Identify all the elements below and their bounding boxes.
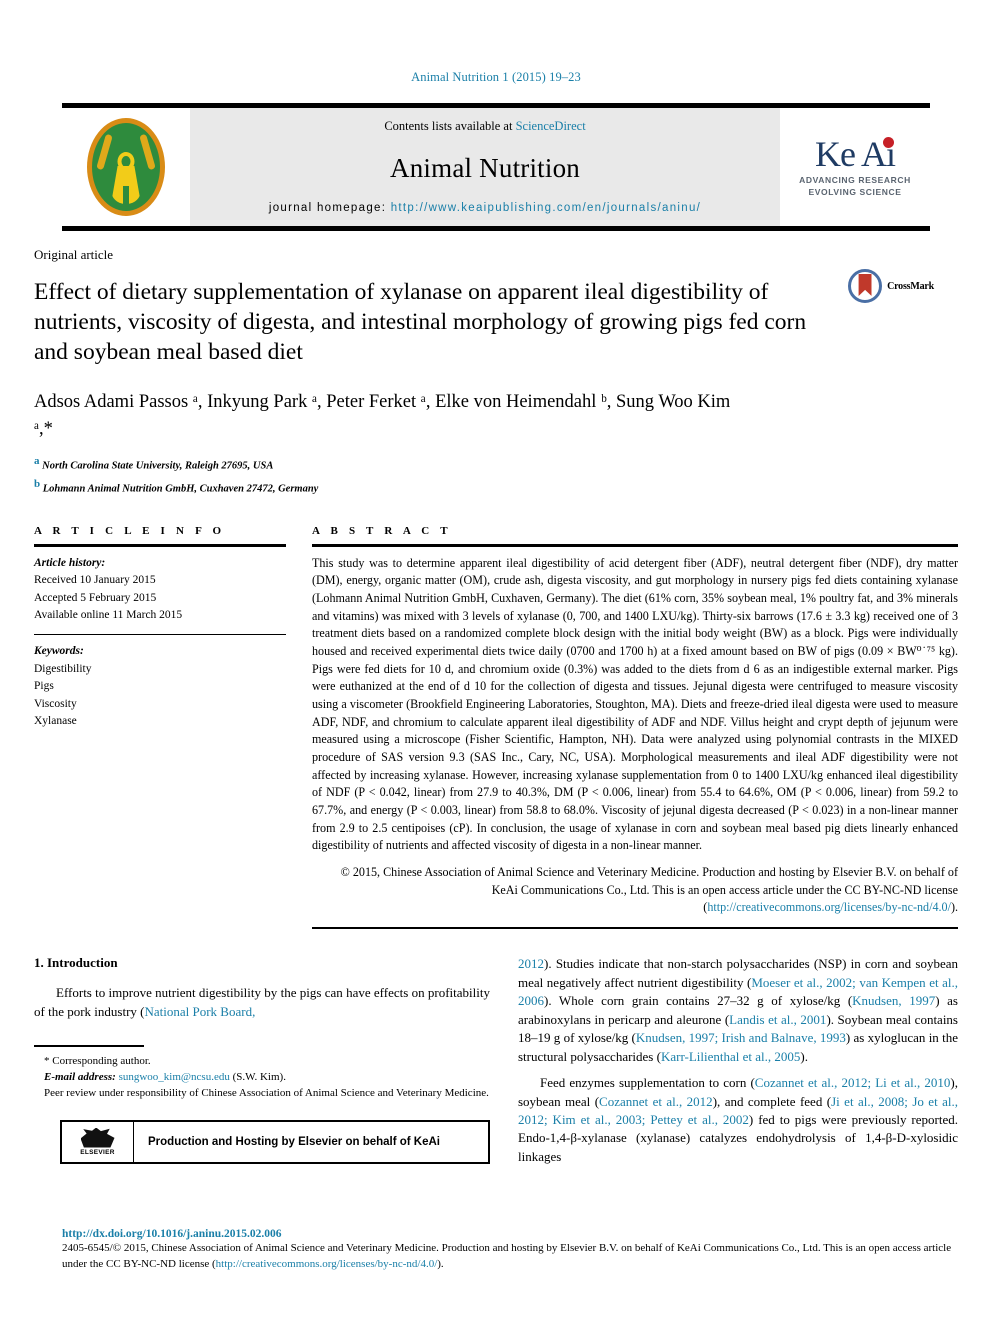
footer-copyright-tail: ). — [437, 1257, 444, 1270]
crossmark-badge[interactable]: CrossMark — [848, 269, 934, 303]
contents-available-line: Contents lists available at ScienceDirec… — [384, 119, 585, 134]
intro-right2-text-c: ), and complete feed ( — [712, 1093, 832, 1109]
peer-review-note: Peer review under responsibility of Chin… — [44, 1086, 489, 1099]
homepage-url-link[interactable]: http://www.keaipublishing.com/en/journal… — [391, 202, 701, 214]
available-online-date: Available online 11 March 2015 — [34, 609, 183, 622]
corresponding-author-note: * Corresponding author. — [44, 1054, 151, 1067]
keyword-item: Xylanase — [34, 715, 77, 728]
citation-cozannet-li[interactable]: Cozannet et al., 2012; Li et al., 2010 — [755, 1075, 951, 1090]
publisher-logo: Ke Ai ADVANCING RESEARCH EVOLVING SCIENC… — [780, 108, 930, 226]
masthead-center: Contents lists available at ScienceDirec… — [190, 108, 780, 226]
affiliation-b: b Lohmann Animal Nutrition GmbH, Cuxhave… — [34, 476, 958, 497]
intro-right-text-b: ). Whole corn grain contains 27–32 g of … — [544, 993, 853, 1009]
article-history-label: Article history: — [34, 556, 106, 569]
keyword-item: Viscosity — [34, 697, 77, 710]
keai-wordmark: Ke Ai — [815, 136, 896, 172]
abstract-rule-top — [312, 544, 958, 547]
keai-tagline-line2: EVOLVING SCIENCE — [808, 186, 902, 197]
elsevier-logo: ELSEVIER — [62, 1121, 134, 1162]
email-link[interactable]: sungwoo_kim@ncsu.edu — [119, 1071, 230, 1083]
citation-karr-lilienthal[interactable]: Karr-Lilienthal et al., 2005 — [661, 1049, 800, 1064]
introduction-heading: 1. Introduction — [34, 955, 118, 971]
corresponding-author-text: Corresponding author. — [52, 1054, 151, 1067]
journal-masthead: Contents lists available at ScienceDirec… — [62, 108, 930, 226]
abstract-copyright-tail: ). — [950, 900, 958, 915]
keai-dot-icon — [883, 137, 894, 149]
affiliation-a: a North Carolina State University, Ralei… — [34, 453, 958, 474]
keywords-label: Keywords: — [34, 645, 84, 658]
footnote-rule — [34, 1045, 144, 1047]
homepage-label: journal homepage: — [268, 202, 391, 214]
intro-right-text-f: ). — [800, 1048, 808, 1064]
intro-paragraph-right-1: 2012). Studies indicate that non-starch … — [518, 955, 958, 1066]
abstract-heading: A B S T R A C T — [312, 525, 452, 538]
affiliation-marker-a: a — [34, 454, 40, 467]
animal-nutrition-logo-icon — [87, 118, 165, 216]
elsevier-logo-text: ELSEVIER — [80, 1148, 115, 1156]
sciencedirect-link[interactable]: ScienceDirect — [516, 119, 586, 133]
abstract-copyright: © 2015, Chinese Association of Animal Sc… — [312, 864, 958, 917]
intro-right2-text-a: Feed enzymes supplementation to corn ( — [540, 1075, 755, 1091]
abstract-column: A B S T R A C T This study was to determ… — [312, 525, 958, 930]
keyword-item: Pigs — [34, 680, 54, 693]
email-owner: (S.W. Kim). — [232, 1070, 286, 1083]
keyword-item: Digestibility — [34, 662, 92, 675]
citation-landis-2001[interactable]: Landis et al., 2001 — [729, 1012, 826, 1027]
journal-logo — [62, 108, 190, 226]
doi-link[interactable]: http://dx.doi.org/10.1016/j.aninu.2015.0… — [62, 1228, 952, 1240]
keai-tagline-line1: ADVANCING RESEARCH — [799, 175, 911, 186]
cc-license-link[interactable]: http://creativecommons.org/licenses/by-n… — [707, 900, 951, 914]
footnote-block: * Corresponding author. E-mail address: … — [34, 1054, 490, 1102]
email-label: E-mail address: — [44, 1070, 116, 1083]
citation-year-2012[interactable]: 2012 — [518, 956, 544, 971]
citation-knudsen-irish[interactable]: Knudsen, 1997; Irish and Balnave, 1993 — [636, 1030, 846, 1045]
citation-knudsen-1997[interactable]: Knudsen, 1997 — [852, 993, 935, 1008]
elsevier-hosting-box: ELSEVIER Production and Hosting by Elsev… — [60, 1119, 490, 1164]
page-footer: http://dx.doi.org/10.1016/j.aninu.2015.0… — [62, 1228, 952, 1272]
masthead-bottom-rule — [62, 226, 930, 231]
received-date: Received 10 January 2015 — [34, 574, 156, 587]
article-history: Article history: Received 10 January 201… — [34, 555, 286, 625]
keywords-group: Keywords: Digestibility Pigs Viscosity X… — [34, 643, 286, 730]
article-info-column: A R T I C L E I N F O Article history: R… — [34, 525, 286, 929]
article-info-heading: A R T I C L E I N F O — [34, 525, 226, 538]
citation-cozannet-2012[interactable]: Cozannet et al., 2012 — [599, 1094, 713, 1109]
journal-title: Animal Nutrition — [390, 152, 580, 183]
abstract-text: This study was to determine apparent ile… — [312, 555, 958, 853]
elsevier-tree-icon — [80, 1127, 115, 1148]
running-head: Animal Nutrition 1 (2015) 19–23 — [411, 70, 581, 84]
left-column: 1. Introduction Efforts to improve nutri… — [34, 955, 490, 1174]
keai-tagline: ADVANCING RESEARCH EVOLVING SCIENCE — [799, 175, 911, 198]
author-list: Adsos Adami Passos ᵃ, Inkyung Park ᵃ, Pe… — [34, 392, 731, 439]
crossmark-icon — [848, 269, 883, 303]
accepted-date: Accepted 5 February 2015 — [34, 591, 157, 604]
affiliation-marker-b: b — [34, 478, 41, 491]
article-info-rule-top — [34, 544, 286, 547]
intro-paragraph-right-2: Feed enzymes supplementation to corn (Co… — [518, 1074, 958, 1166]
article-type-label: Original article — [34, 247, 114, 262]
footer-cc-license-link[interactable]: http://creativecommons.org/licenses/by-n… — [216, 1258, 438, 1270]
journal-homepage-line: journal homepage: http://www.keaipublish… — [269, 202, 701, 214]
footer-copyright: 2405-6545/© 2015, Chinese Association of… — [62, 1241, 952, 1272]
citation-national-pork-board[interactable]: National Pork Board, — [144, 1004, 255, 1019]
body-columns: 1. Introduction Efforts to improve nutri… — [34, 955, 958, 1174]
intro-left-text: Efforts to improve nutrient digestibilit… — [34, 985, 490, 1019]
article-info-rule-mid — [34, 633, 286, 636]
abstract-rule-bottom — [312, 926, 958, 930]
elsevier-hosting-text: Production and Hosting by Elsevier on be… — [148, 1135, 441, 1148]
email-note: E-mail address: sungwoo_kim@ncsu.edu (S.… — [34, 1070, 490, 1086]
info-abstract-row: A R T I C L E I N F O Article history: R… — [34, 525, 958, 930]
page-title: Effect of dietary supplementation of xyl… — [34, 279, 807, 366]
affiliation-b-text: Lohmann Animal Nutrition GmbH, Cuxhaven … — [42, 483, 319, 495]
crossmark-label: CrossMark — [887, 280, 934, 292]
intro-paragraph-left: Efforts to improve nutrient digestibilit… — [34, 984, 490, 1021]
title-block: Original article Effect of dietary suppl… — [34, 247, 958, 367]
footer-copyright-text: 2405-6545/© 2015, Chinese Association of… — [62, 1242, 952, 1270]
affiliation-a-text: North Carolina State University, Raleigh… — [42, 460, 274, 472]
right-column: 2012). Studies indicate that non-starch … — [518, 955, 958, 1174]
contents-prefix: Contents lists available at — [384, 119, 516, 133]
